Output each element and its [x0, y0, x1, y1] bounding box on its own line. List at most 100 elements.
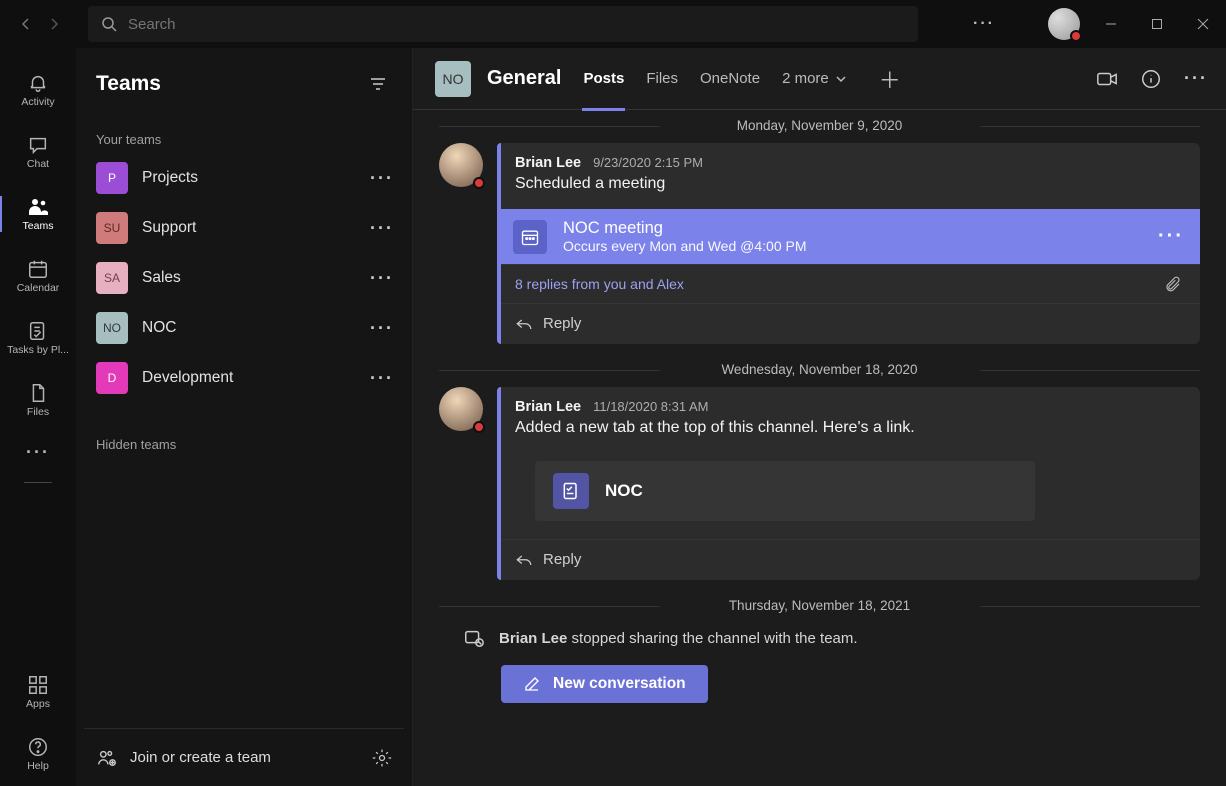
- team-name: NOC: [142, 319, 358, 337]
- chat-icon: [27, 134, 49, 156]
- message-feed[interactable]: Monday, November 9, 2020 Brian Lee 9/23/…: [413, 110, 1226, 786]
- team-name: Sales: [142, 269, 358, 287]
- window-minimize-button[interactable]: [1088, 0, 1134, 48]
- message-author: Brian Lee: [515, 155, 581, 171]
- author-avatar[interactable]: [439, 143, 483, 187]
- team-more-button[interactable]: ···: [372, 218, 392, 239]
- date-separator: Monday, November 9, 2020: [439, 118, 1200, 133]
- window-maximize-button[interactable]: [1134, 0, 1180, 48]
- team-more-button[interactable]: ···: [372, 168, 392, 189]
- rail-divider: [24, 482, 52, 483]
- rail-activity[interactable]: Activity: [0, 62, 76, 118]
- date-separator: Thursday, November 18, 2021: [439, 598, 1200, 613]
- group-your-teams[interactable]: Your teams: [84, 124, 404, 153]
- rail-help[interactable]: Help: [0, 726, 76, 782]
- team-more-button[interactable]: ···: [372, 318, 392, 339]
- app-rail: Activity Chat Teams Calendar Tasks by Pl…: [0, 48, 76, 786]
- search-icon: [100, 15, 118, 33]
- tab-files[interactable]: Files: [646, 48, 678, 110]
- tab-onenote[interactable]: OneNote: [700, 48, 760, 110]
- rail-teams[interactable]: Teams: [0, 186, 76, 242]
- presence-busy-icon: [473, 177, 485, 189]
- team-row-sales[interactable]: SA Sales ···: [84, 253, 404, 303]
- window-close-button[interactable]: [1180, 0, 1226, 48]
- replies-link[interactable]: 8 replies from you and Alex: [515, 276, 684, 292]
- tasks-icon: [27, 320, 49, 342]
- message-body: Scheduled a meeting: [497, 173, 1200, 205]
- team-tile: D: [96, 362, 128, 394]
- system-text: stopped sharing the channel with the tea…: [567, 630, 857, 647]
- team-row-projects[interactable]: P Projects ···: [84, 153, 404, 203]
- chevron-down-icon: [835, 73, 847, 85]
- join-create-team-button[interactable]: Join or create a team: [130, 749, 360, 766]
- author-avatar[interactable]: [439, 387, 483, 431]
- team-row-support[interactable]: SU Support ···: [84, 203, 404, 253]
- channel-more-button[interactable]: ···: [1184, 68, 1208, 89]
- user-avatar[interactable]: [1048, 8, 1080, 40]
- compose-icon: [523, 675, 541, 693]
- titlebar-more-button[interactable]: ···: [964, 0, 1004, 48]
- tab-more-label: 2 more: [782, 70, 829, 87]
- team-row-noc[interactable]: NO NOC ···: [84, 303, 404, 353]
- message-card[interactable]: Brian Lee 11/18/2020 8:31 AM Added a new…: [497, 387, 1200, 580]
- message-item: Brian Lee 9/23/2020 2:15 PM Scheduled a …: [439, 143, 1200, 344]
- teams-icon: [26, 196, 50, 218]
- help-icon: [27, 736, 49, 758]
- message-time: 11/18/2020 8:31 AM: [593, 399, 708, 414]
- team-more-button[interactable]: ···: [372, 268, 392, 289]
- meet-camera-icon[interactable]: [1096, 68, 1118, 90]
- rail-apps[interactable]: Apps: [0, 664, 76, 720]
- meeting-title: NOC meeting: [563, 219, 1142, 238]
- group-hidden-teams[interactable]: Hidden teams: [84, 429, 404, 458]
- rail-calendar[interactable]: Calendar: [0, 248, 76, 304]
- tab-more[interactable]: 2 more: [782, 70, 847, 87]
- reply-button[interactable]: Reply: [497, 539, 1200, 580]
- channel-pane: NO General Posts Files OneNote 2 more ＋ …: [413, 48, 1226, 786]
- channel-tile: NO: [435, 61, 471, 97]
- teams-sidebar: Teams Your teams P Projects ··· SU Suppo…: [76, 48, 413, 786]
- info-icon[interactable]: [1140, 68, 1162, 90]
- rail-more[interactable]: ···: [0, 434, 76, 470]
- rail-label: Chat: [27, 158, 49, 170]
- filter-icon: [369, 75, 387, 93]
- team-tile: NO: [96, 312, 128, 344]
- tab-posts[interactable]: Posts: [583, 48, 624, 110]
- presence-busy-icon: [1070, 30, 1082, 42]
- team-name: Development: [142, 369, 358, 387]
- settings-icon[interactable]: [372, 748, 392, 768]
- rail-files[interactable]: Files: [0, 372, 76, 428]
- attachment-icon[interactable]: [1164, 275, 1182, 293]
- rail-chat[interactable]: Chat: [0, 124, 76, 180]
- team-name: Projects: [142, 169, 358, 187]
- nav-back-button[interactable]: [12, 10, 40, 38]
- apps-icon: [27, 674, 49, 696]
- new-conversation-button[interactable]: New conversation: [501, 665, 708, 703]
- title-bar: ···: [0, 0, 1226, 48]
- rail-label: Tasks by Pl...: [7, 344, 69, 356]
- reply-icon: [515, 550, 533, 568]
- planner-icon: [553, 473, 589, 509]
- message-body: Added a new tab at the top of this chann…: [497, 417, 1200, 449]
- message-card[interactable]: Brian Lee 9/23/2020 2:15 PM Scheduled a …: [497, 143, 1200, 344]
- team-tile: SA: [96, 262, 128, 294]
- calendar-event-icon: [513, 220, 547, 254]
- share-stopped-icon: [463, 627, 485, 649]
- search-input[interactable]: [128, 16, 906, 33]
- tab-link-card[interactable]: NOC: [535, 461, 1035, 521]
- team-row-development[interactable]: D Development ···: [84, 353, 404, 403]
- rail-tasks[interactable]: Tasks by Pl...: [0, 310, 76, 366]
- nav-forward-button[interactable]: [40, 10, 68, 38]
- search-box[interactable]: [88, 6, 918, 42]
- reply-button[interactable]: Reply: [497, 303, 1200, 344]
- team-tile: P: [96, 162, 128, 194]
- filter-button[interactable]: [362, 68, 394, 100]
- system-message: Brian Lee stopped sharing the channel wi…: [439, 621, 1200, 649]
- presence-busy-icon: [473, 421, 485, 433]
- meeting-card[interactable]: NOC meeting Occurs every Mon and Wed @4:…: [497, 209, 1200, 264]
- rail-label: Files: [27, 406, 49, 418]
- team-more-button[interactable]: ···: [372, 368, 392, 389]
- new-conversation-label: New conversation: [553, 675, 686, 693]
- add-tab-button[interactable]: ＋: [875, 63, 905, 95]
- system-author: Brian Lee: [499, 630, 567, 647]
- meeting-more-button[interactable]: ···: [1158, 225, 1184, 248]
